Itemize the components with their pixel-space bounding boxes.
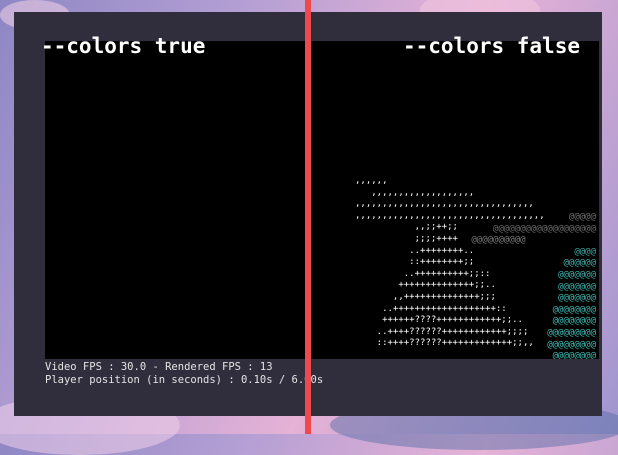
ascii-color-row: @@@@@@@@ xyxy=(552,351,596,359)
fps-status-line: Video FPS : 30.0 - Rendered FPS : 13 xyxy=(45,361,273,373)
colors-true-label: --colors true xyxy=(41,34,206,58)
video-output-area: @@@@@ @@@@@@@@@@@@@@@@@@@ @@@@@@@@@@ @@@@ @… xyxy=(45,41,599,359)
ascii-art-monochrome: ,,,,,, ,,,,,,,,,,,,,,,,,,, ,,,,,,,,,,,,,… xyxy=(355,176,545,349)
status-output: Video FPS : 30.0 - Rendered FPS : 13 Pla… xyxy=(45,361,323,387)
player-position-line: Player position (in seconds) : 0.10s / 6… xyxy=(45,374,324,386)
comparison-divider xyxy=(305,0,311,434)
colors-false-label: --colors false xyxy=(402,34,580,58)
